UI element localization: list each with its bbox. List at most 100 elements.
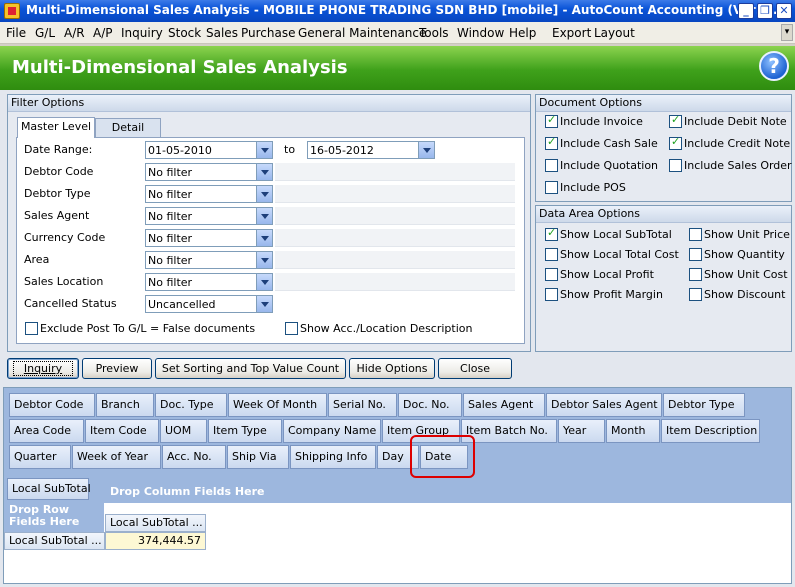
pivot-grid: Debtor Code Branch Doc. Type Week Of Mon… [3, 387, 792, 584]
filter-description [275, 273, 515, 291]
field-shipping-info[interactable]: Shipping Info [290, 445, 376, 469]
data-field-local-subtotal[interactable]: Local SubTotal [7, 478, 91, 500]
show-local-total-cost-checkbox[interactable] [545, 248, 558, 261]
show-quantity-checkbox[interactable] [689, 248, 702, 261]
field-ship-via[interactable]: Ship Via [227, 445, 289, 469]
column-header-local-subtotal[interactable]: Local SubTotal ... [105, 514, 206, 532]
chevron-down-icon[interactable] [256, 208, 272, 224]
field-branch[interactable]: Branch [96, 393, 154, 417]
include-sales-order-checkbox[interactable] [669, 159, 682, 172]
menu-ar[interactable]: A/R [64, 26, 85, 40]
pivot-value-cell[interactable]: 374,444.57 [105, 532, 206, 550]
chevron-down-icon[interactable] [256, 230, 272, 246]
include-pos-checkbox[interactable] [545, 181, 558, 194]
menu-general-maintenance[interactable]: General Maintenance [298, 26, 426, 40]
field-week-of-year[interactable]: Week of Year [72, 445, 161, 469]
field-company-name[interactable]: Company Name [283, 419, 381, 443]
show-discount-checkbox[interactable] [689, 288, 702, 301]
show-discount-label: Show Discount [704, 288, 786, 301]
cancelled-status-label: Cancelled Status [24, 297, 117, 310]
chevron-down-icon[interactable] [256, 164, 272, 180]
currency-code-combo[interactable]: No filter [145, 229, 273, 247]
area-combo[interactable]: No filter [145, 251, 273, 269]
include-quotation-checkbox[interactable] [545, 159, 558, 172]
menu-gl[interactable]: G/L [35, 26, 55, 40]
chevron-down-icon[interactable] [256, 296, 272, 312]
include-invoice-label: Include Invoice [560, 115, 643, 128]
field-debtor-sales-agent[interactable]: Debtor Sales Agent [546, 393, 662, 417]
chevron-down-icon[interactable]: ▾ [781, 24, 793, 41]
field-uom[interactable]: UOM [160, 419, 207, 443]
field-item-type[interactable]: Item Type [208, 419, 282, 443]
field-sales-agent[interactable]: Sales Agent [463, 393, 545, 417]
field-week-of-month[interactable]: Week Of Month [228, 393, 327, 417]
exclude-post-label: Exclude Post To G/L = False documents [40, 322, 256, 335]
sales-agent-combo[interactable]: No filter [145, 207, 273, 225]
menu-layout[interactable]: Layout [594, 26, 635, 40]
chevron-down-icon[interactable] [418, 142, 434, 158]
include-debit-note-checkbox[interactable] [669, 113, 682, 128]
close-window-button[interactable]: ✕ [776, 3, 792, 19]
field-debtor-code[interactable]: Debtor Code [9, 393, 95, 417]
include-invoice-checkbox[interactable] [545, 113, 558, 128]
field-item-batch-no[interactable]: Item Batch No. [461, 419, 557, 443]
show-unit-price-checkbox[interactable] [689, 228, 702, 241]
tab-master-level[interactable]: Master Level [17, 117, 95, 138]
include-cash-sale-checkbox[interactable] [545, 135, 558, 150]
menu-sales[interactable]: Sales [206, 26, 238, 40]
debtor-type-combo[interactable]: No filter [145, 185, 273, 203]
date-from-picker[interactable]: 01-05-2010 [145, 141, 273, 159]
field-doc-no[interactable]: Doc. No. [398, 393, 462, 417]
include-debit-note-label: Include Debit Note [684, 115, 787, 128]
show-local-subtotal-checkbox[interactable] [545, 226, 558, 241]
field-area-code[interactable]: Area Code [9, 419, 84, 443]
restore-button[interactable]: ❐ [757, 3, 773, 19]
field-item-code[interactable]: Item Code [85, 419, 159, 443]
show-acc-desc-checkbox[interactable] [285, 322, 298, 335]
menu-ap[interactable]: A/P [93, 26, 113, 40]
debtor-code-combo[interactable]: No filter [145, 163, 273, 181]
field-year[interactable]: Year [558, 419, 605, 443]
show-profit-margin-checkbox[interactable] [545, 288, 558, 301]
minimize-button[interactable]: _ [738, 3, 754, 19]
chevron-down-icon[interactable] [256, 186, 272, 202]
field-quarter[interactable]: Quarter [9, 445, 71, 469]
menu-inquiry[interactable]: Inquiry [121, 26, 163, 40]
menu-file[interactable]: File [6, 26, 26, 40]
menu-export[interactable]: Export [552, 26, 591, 40]
chevron-down-icon[interactable] [256, 252, 272, 268]
row-header-local-subtotal[interactable]: Local SubTotal ... [4, 532, 105, 550]
field-acc-no[interactable]: Acc. No. [162, 445, 226, 469]
area-value: No filter [148, 254, 193, 267]
chevron-down-icon[interactable] [256, 142, 272, 158]
menu-window[interactable]: Window [457, 26, 504, 40]
area-label: Area [24, 253, 50, 266]
inquiry-button[interactable]: Inquiry [7, 358, 79, 379]
tab-detail-level[interactable]: Detail Level [95, 118, 161, 152]
filter-description [275, 229, 515, 247]
menu-stock[interactable]: Stock [168, 26, 201, 40]
show-unit-cost-checkbox[interactable] [689, 268, 702, 281]
set-sorting-button[interactable]: Set Sorting and Top Value Count [155, 358, 346, 379]
field-doc-type[interactable]: Doc. Type [155, 393, 227, 417]
field-serial-no[interactable]: Serial No. [328, 393, 397, 417]
field-month[interactable]: Month [606, 419, 660, 443]
filter-description [275, 185, 515, 203]
date-to-picker[interactable]: 16-05-2012 [307, 141, 435, 159]
include-credit-note-checkbox[interactable] [669, 135, 682, 150]
menu-help[interactable]: Help [509, 26, 536, 40]
chevron-down-icon[interactable] [256, 274, 272, 290]
close-button[interactable]: Close [438, 358, 512, 379]
menu-tools[interactable]: Tools [419, 26, 449, 40]
field-item-description[interactable]: Item Description [661, 419, 760, 443]
cancelled-status-combo[interactable]: Uncancelled [145, 295, 273, 313]
menu-purchase[interactable]: Purchase [241, 26, 296, 40]
hide-options-button[interactable]: Hide Options [349, 358, 435, 379]
help-icon[interactable]: ? [759, 51, 789, 81]
preview-button[interactable]: Preview [82, 358, 152, 379]
show-local-profit-checkbox[interactable] [545, 268, 558, 281]
sales-location-combo[interactable]: No filter [145, 273, 273, 291]
field-debtor-type[interactable]: Debtor Type [663, 393, 745, 417]
title-bar: Multi-Dimensional Sales Analysis - MOBIL… [0, 0, 795, 22]
exclude-post-checkbox[interactable] [25, 322, 38, 335]
